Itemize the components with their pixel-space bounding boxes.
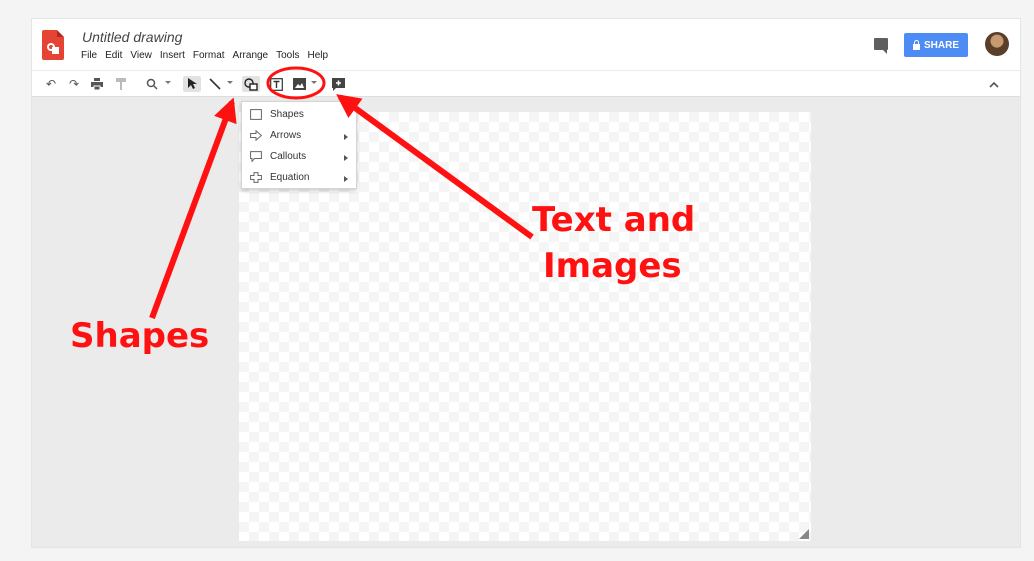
menu-view[interactable]: View [130,50,152,61]
text-box-icon[interactable] [268,76,284,92]
image-icon[interactable] [291,76,307,92]
shape-menu-label: Arrows [270,130,302,141]
share-label: SHARE [923,39,959,51]
google-drawings-logo-icon[interactable] [42,30,64,60]
text-images-annotation-line1: Text and [532,200,696,240]
menu-format[interactable]: Format [193,50,225,61]
submenu-arrow-icon [344,176,348,182]
menu-edit[interactable]: Edit [105,50,122,61]
shape-menu-label: Shapes [270,109,304,120]
menu-insert[interactable]: Insert [160,50,185,61]
redo-icon[interactable]: ↷ [67,76,81,92]
shape-menu-label: Callouts [270,151,307,162]
line-icon[interactable] [207,76,223,92]
line-caret-icon[interactable] [227,81,233,84]
menu-bar: File Edit View Insert Format Arrange Too… [81,50,336,61]
shapes-annotation: Shapes [70,316,210,356]
arrow-outline-icon [250,130,262,141]
app-header: Untitled drawing File Edit View Insert F… [32,19,1020,70]
share-button[interactable]: SHARE [904,33,968,57]
plus-outline-icon [250,172,262,183]
shape-menu-item-arrows[interactable]: Arrows [242,126,356,146]
menu-arrange[interactable]: Arrange [233,50,269,61]
lock-icon [912,39,920,50]
square-icon [250,109,262,120]
shape-menu-item-equation[interactable]: Equation [242,168,356,188]
shape-menu: Shapes Arrows Callouts Equation [241,101,357,189]
menu-file[interactable]: File [81,50,97,61]
select-icon[interactable] [183,76,201,92]
submenu-arrow-icon [344,155,348,161]
zoom-caret-icon[interactable] [165,81,171,84]
canvas-resize-handle[interactable] [799,529,809,539]
collapse-icon[interactable] [987,76,1001,92]
print-icon[interactable] [90,76,104,92]
menu-help[interactable]: Help [307,50,328,61]
avatar[interactable] [985,32,1009,56]
image-caret-icon[interactable] [311,81,317,84]
zoom-icon[interactable] [144,76,160,92]
shape-menu-item-callouts[interactable]: Callouts [242,147,356,167]
undo-icon[interactable]: ↶ [44,76,58,92]
new-comment-icon[interactable] [330,76,346,92]
text-images-annotation-line2: Images [543,246,682,286]
submenu-arrow-icon [344,134,348,140]
shape-menu-item-shapes[interactable]: Shapes [242,105,356,125]
toolbar: ↶ ↷ [32,70,1020,97]
paint-format-icon[interactable] [114,76,128,92]
shape-icon[interactable] [242,76,260,92]
menu-tools[interactable]: Tools [276,50,299,61]
comment-icon[interactable] [874,38,888,54]
document-title[interactable]: Untitled drawing [82,29,182,45]
shape-menu-label: Equation [270,172,310,183]
app-window: Untitled drawing File Edit View Insert F… [31,18,1021,548]
callout-icon [250,151,262,162]
